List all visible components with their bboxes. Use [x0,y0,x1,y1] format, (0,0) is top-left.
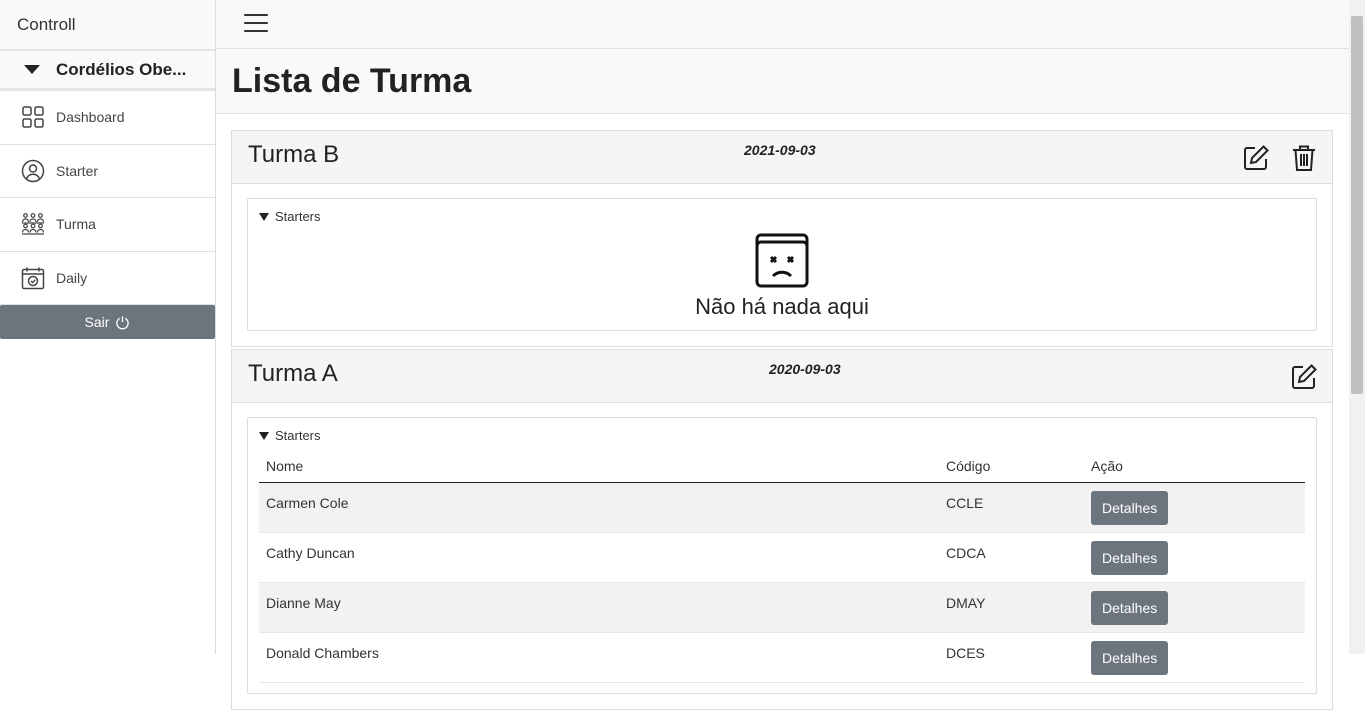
column-header: Ação [1084,455,1305,483]
sidebar: Controll Cordélios Obe... Dashboard Star… [0,0,216,654]
table-row: Dianne May DMAY Detalhes [259,582,1305,633]
caret-down-icon [24,65,40,74]
empty-state-text: Não há nada aqui [695,294,869,319]
starter-code: DCES [939,632,1084,683]
action-cell: Detalhes [1084,532,1305,583]
table-row: Carmen Cole CCLE Detalhes [259,482,1305,533]
page-header: Lista de Turma [216,49,1349,114]
sidebar-item-dashboard[interactable]: Dashboard [0,91,215,145]
details-button[interactable]: Detalhes [1091,591,1169,625]
app-brand[interactable]: Controll [0,0,215,51]
grid-icon [21,105,45,129]
triangle-down-icon [259,212,269,221]
starter-name: Donald Chambers [259,632,939,683]
sidebar-item-label: Turma [56,216,96,233]
card-header: Turma A 2020-09-03 [232,350,1332,403]
details-button[interactable]: Detalhes [1091,541,1169,575]
sad-box-icon [755,233,809,288]
starter-name: Cathy Duncan [259,532,939,583]
delete-button[interactable] [1284,140,1324,176]
group-icon [21,212,45,236]
sidebar-item-daily[interactable]: Daily [0,252,215,305]
starter-code: CDCA [939,532,1084,583]
edit-icon [1244,145,1269,170]
main-content: Lista de Turma Turma B 2021-09-03 Starte… [216,49,1349,710]
starters-details: Starters Nome Código Ação Carmen Cole CC… [247,417,1317,694]
sidebar-item-turma[interactable]: Turma [0,198,215,252]
starter-code: CCLE [939,482,1084,533]
card-title: Turma A [248,360,338,387]
action-cell: Detalhes [1084,632,1305,683]
summary-label: Starters [275,209,321,224]
starter-name: Dianne May [259,582,939,633]
card-header: Turma B 2021-09-03 [232,131,1332,184]
card-title: Turma B [248,141,340,168]
starters-summary[interactable]: Starters [259,209,1305,224]
sidebar-item-label: Daily [56,269,88,286]
hamburger-menu-icon[interactable] [244,14,268,34]
calendar-check-icon [21,266,45,290]
summary-label: Starters [275,428,321,443]
edit-icon [1292,364,1317,389]
logout-button[interactable]: Sair [0,305,215,339]
user-dropdown[interactable]: Cordélios Obe... [0,51,215,91]
user-name: Cordélios Obe... [56,59,187,79]
edit-button[interactable] [1284,359,1324,395]
table-row: Donald Chambers DCES Detalhes [259,632,1305,683]
starters-table: Nome Código Ação Carmen Cole CCLE Detalh… [259,455,1305,683]
details-button[interactable]: Detalhes [1091,641,1169,675]
starter-name: Carmen Cole [259,482,939,533]
action-cell: Detalhes [1084,482,1305,533]
action-cell: Detalhes [1084,582,1305,633]
card-actions [1276,359,1324,395]
empty-state: Não há nada aqui [259,224,1305,320]
starters-details: Starters Não há nada aqui [247,198,1317,331]
column-header: Código [939,455,1084,483]
sidebar-item-starter[interactable]: Starter [0,145,215,198]
user-circle-icon [21,159,45,183]
card-actions [1228,140,1324,176]
turma-card: Turma B 2021-09-03 Starters Não há nada … [231,130,1333,347]
column-header: Nome [259,455,939,483]
turma-card: Turma A 2020-09-03 Starters Nome Código … [231,349,1333,710]
scrollbar-thumb[interactable] [1351,16,1363,394]
edit-button[interactable] [1236,140,1276,176]
card-date: 2020-09-03 [769,361,841,377]
table-row: Cathy Duncan CDCA Detalhes [259,532,1305,583]
top-bar [216,0,1349,49]
page-title: Lista de Turma [232,61,472,100]
card-date: 2021-09-03 [744,142,816,158]
starters-summary[interactable]: Starters [259,428,1305,443]
trash-icon [1293,145,1315,171]
sidebar-item-label: Starter [56,162,99,179]
starter-code: DMAY [939,582,1084,633]
table-header-row: Nome Código Ação [259,455,1305,483]
triangle-down-icon [259,431,269,440]
details-button[interactable]: Detalhes [1091,491,1169,525]
power-icon [116,315,130,329]
vertical-scrollbar[interactable] [1349,0,1365,654]
logout-label: Sair [84,314,110,330]
sidebar-item-label: Dashboard [56,109,125,126]
